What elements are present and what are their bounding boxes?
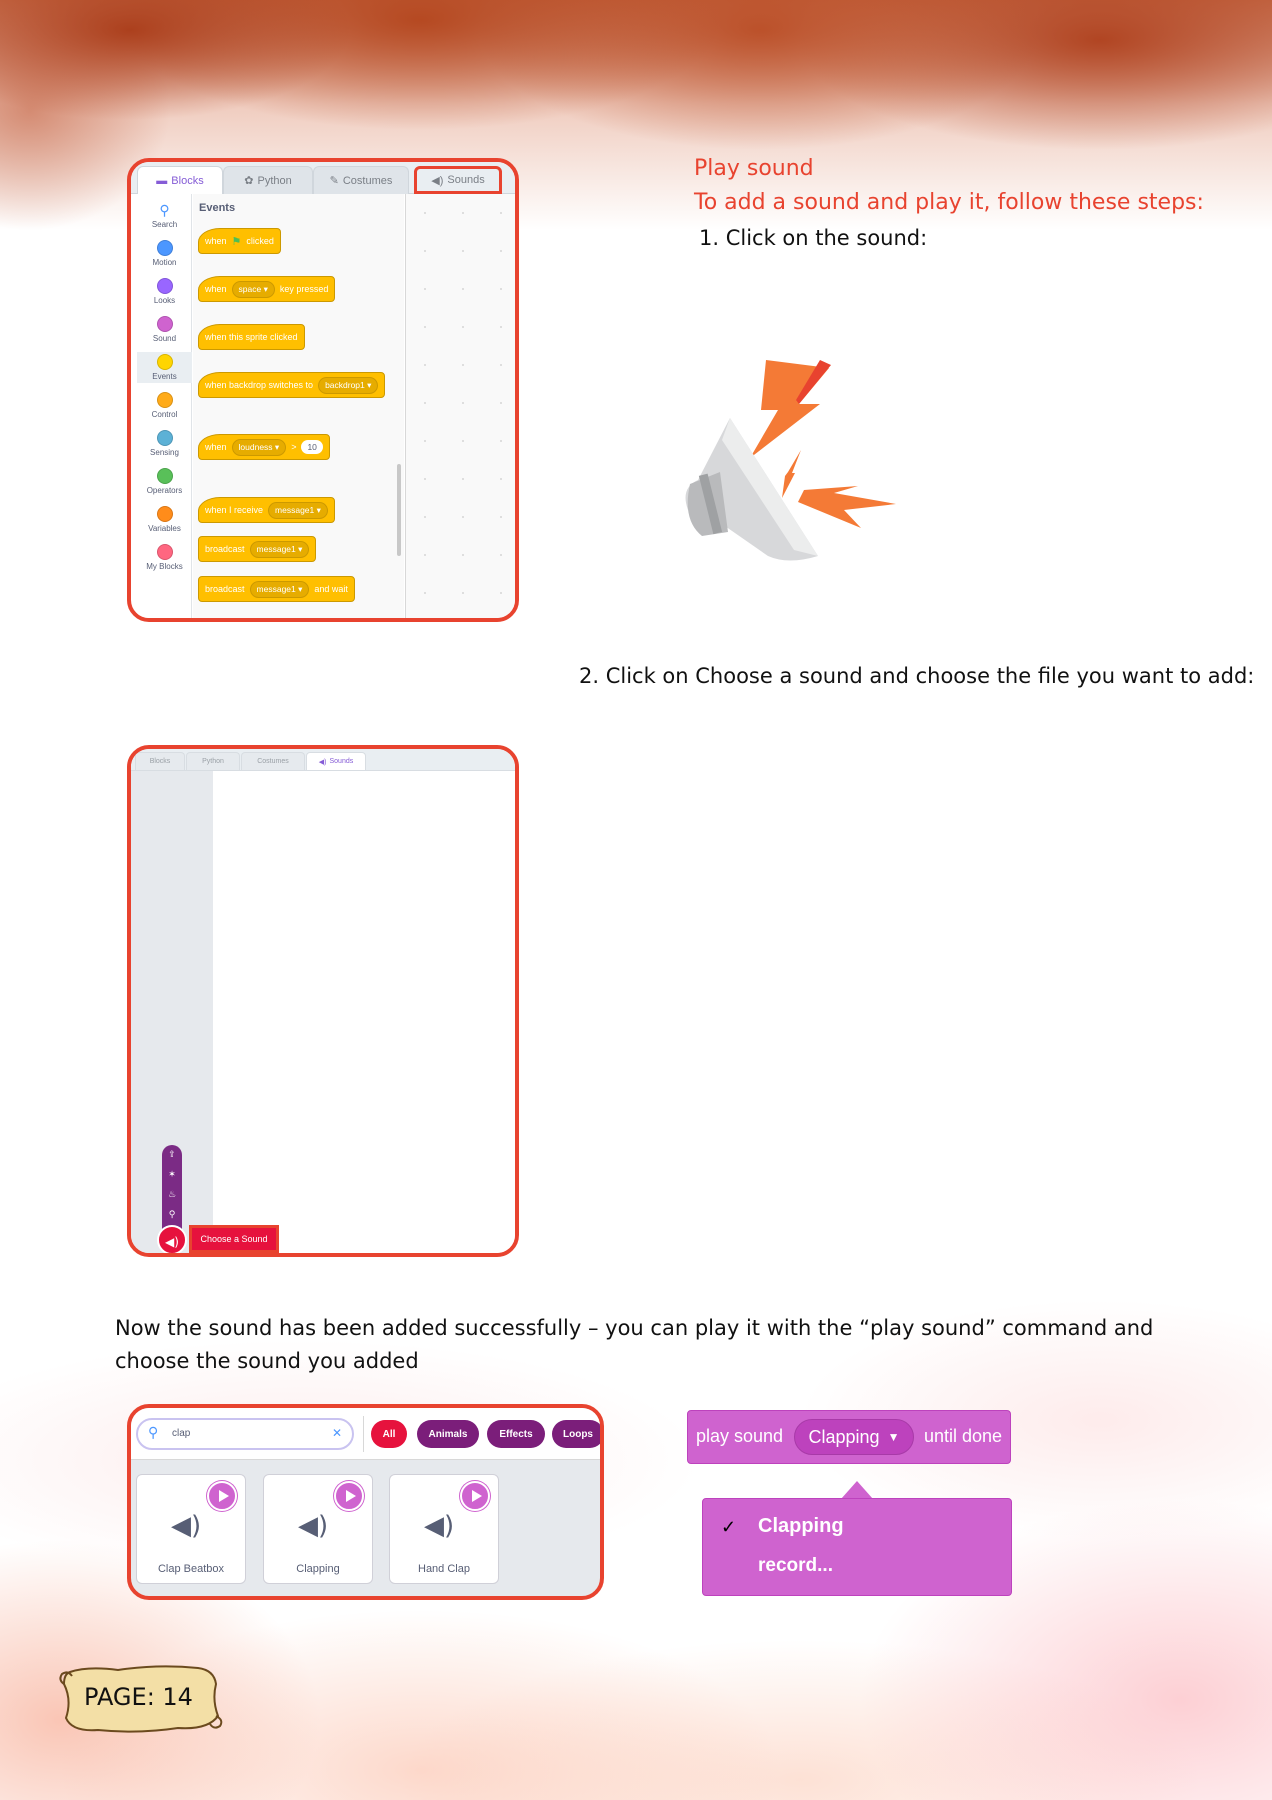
sound-dropdown-menu: ✓ Clapping record... [702,1498,1012,1596]
category-events[interactable]: Events [137,352,192,383]
choose-sound-button[interactable]: Choose a Sound [189,1225,279,1253]
sound-editor-area [213,771,515,1253]
filter-chip-all[interactable]: All [371,1420,407,1448]
search-input[interactable]: ⚲ clap ✕ [136,1418,354,1450]
sound-card[interactable]: ◀) Clap Beatbox [136,1474,246,1584]
tab-costumes[interactable]: Costumes [241,752,305,770]
category-sound[interactable]: Sound [137,316,192,343]
tab-blocks[interactable]: ▬ Blocks [137,166,223,194]
add-sound-menu: ⇪ ✶ ♨ ⚲ [162,1145,182,1229]
search-icon: ⚲ [148,1425,159,1441]
sounds-tab-screenshot: Blocks Python Costumes ◀) Sounds ⇪ ✶ ♨ ⚲ … [127,745,519,1257]
step-2-text: 2. Click on Choose a sound and choose th… [579,664,1255,688]
editor-tab-bar: ▬ Blocks ✿ Python ✎ Costumes ◀) Sounds [131,162,515,194]
search-value: clap [172,1428,191,1439]
section-title: Play sound [694,156,814,181]
tab-sounds[interactable]: ◀) Sounds [414,166,502,194]
category-looks[interactable]: Looks [137,278,192,305]
speaker-icon: ◀) [424,1511,455,1541]
when-sprite-clicked-block[interactable]: when this sprite clicked [198,324,305,350]
upload-icon[interactable]: ⇪ [162,1145,182,1165]
code-workspace[interactable] [405,194,515,618]
play-icon[interactable] [207,1481,237,1511]
sound-dropdown[interactable]: Clapping ▼ [794,1419,914,1455]
tab-blocks[interactable]: Blocks [135,752,185,770]
chevron-down-icon: ▼ [887,1430,900,1444]
filter-chip-effects[interactable]: Effects [487,1420,545,1448]
search-icon[interactable]: ⚲ [162,1205,182,1225]
play-icon[interactable] [460,1481,490,1511]
paragraph-line-2: choose the sound you added [115,1349,419,1373]
add-sound-icon[interactable]: ◀) [157,1225,187,1253]
speaker-icon: ◀) [298,1511,329,1541]
paragraph-line-1: Now the sound has been added successfull… [115,1316,1154,1340]
when-i-receive-block[interactable]: when I receive message1 ▾ [198,497,335,523]
category-search[interactable]: ⚲ Search [137,202,192,229]
when-backdrop-switches-block[interactable]: when backdrop switches to backdrop1 ▾ [198,372,386,398]
sound-card[interactable]: ◀) Clapping [263,1474,373,1584]
editor-tab-bar: Blocks Python Costumes ◀) Sounds [131,749,515,771]
library-filter-bar: ⚲ clap ✕ All Animals Effects Loops [131,1408,600,1460]
play-sound-block[interactable]: play sound Clapping ▼ until done [687,1410,1011,1464]
menu-item-record[interactable]: record... [758,1555,833,1577]
search-icon: ⚲ [159,202,170,218]
tab-sounds[interactable]: ◀) Sounds [306,752,366,770]
speaker-icon [685,360,896,561]
play-icon[interactable] [334,1481,364,1511]
menu-item-clapping[interactable]: Clapping [758,1515,844,1538]
category-operators[interactable]: Operators [137,468,192,495]
block-prefix: play sound [696,1426,784,1446]
broadcast-and-wait-block[interactable]: broadcast message1 ▾ and wait [198,576,355,602]
category-sensing[interactable]: Sensing [137,430,192,457]
block-palette: Events when ⚑ clicked when space ▾ key press… [193,194,404,618]
sound-card[interactable]: ◀) Hand Clap [389,1474,499,1584]
record-icon[interactable]: ♨ [162,1185,182,1205]
step-1-text: 1. Click on the sound: [699,226,928,250]
filter-chip-loops[interactable]: Loops [552,1420,600,1448]
block-suffix: until done [924,1426,1003,1446]
when-loudness-block[interactable]: when loudness ▾ >10 [198,434,330,460]
broadcast-block[interactable]: broadcast message1 ▾ [198,536,317,562]
palette-scrollbar[interactable] [397,464,401,556]
when-key-pressed-block[interactable]: when space ▾ key pressed [198,276,336,302]
divider [363,1416,364,1452]
surprise-icon[interactable]: ✶ [162,1165,182,1185]
category-control[interactable]: Control [137,392,192,419]
category-my-blocks[interactable]: My Blocks [137,544,192,571]
clear-icon[interactable]: ✕ [332,1426,342,1440]
blocks-palette-screenshot: ▬ Blocks ✿ Python ✎ Costumes ◀) Sounds ⚲ Sear… [127,158,519,622]
speaker-icon: ◀) [171,1511,202,1541]
green-flag-icon: ⚑ [231,235,242,248]
filter-chip-animals[interactable]: Animals [417,1420,479,1448]
palette-section-title: Events [199,202,236,214]
section-subtitle: To add a sound and play it, follow these… [694,190,1204,215]
sound-library-screenshot: ⚲ clap ✕ All Animals Effects Loops ◀) Cl… [127,1404,604,1600]
tab-python[interactable]: Python [186,752,240,770]
tab-python[interactable]: ✿ Python [223,166,313,194]
when-flag-clicked-block[interactable]: when ⚑ clicked [198,228,281,254]
checkmark-icon: ✓ [721,1517,737,1537]
category-column: ⚲ Search Motion Looks Sound Events Contro… [137,194,192,618]
page-number: PAGE: 14 [84,1683,193,1711]
page-number-scroll: PAGE: 14 [58,1664,224,1736]
category-motion[interactable]: Motion [137,240,192,267]
dropdown-pointer [841,1481,873,1499]
tab-costumes[interactable]: ✎ Costumes [313,166,409,194]
category-variables[interactable]: Variables [137,506,192,533]
